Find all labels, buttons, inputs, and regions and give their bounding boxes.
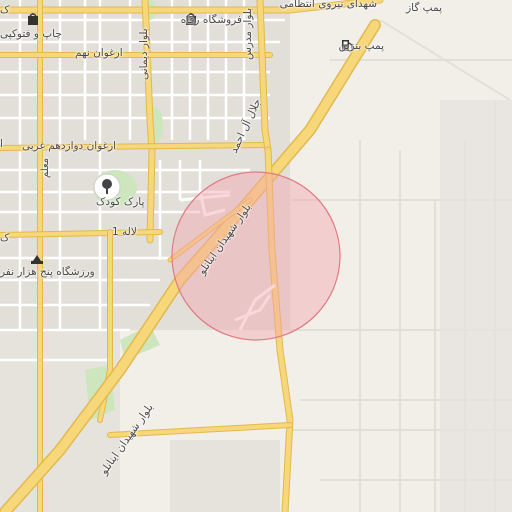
label-bolvar-modares: بلوار مدرس bbox=[242, 7, 254, 60]
label-arghavan-nohom: ارغوان نهم bbox=[75, 47, 123, 59]
map-base-layer bbox=[0, 0, 512, 512]
label-edge-k2: ک bbox=[0, 4, 10, 16]
stadium-icon[interactable] bbox=[30, 252, 44, 266]
label-arghavan-12-gharbi: ارغوان دوازدهم غربی bbox=[22, 140, 117, 152]
label-edge-o: ا bbox=[0, 138, 3, 150]
east-block bbox=[440, 100, 512, 512]
label-pump-benzin: پمپ بنزین bbox=[338, 40, 384, 52]
label-chap-fotokopi: چاپ و فتوکپی bbox=[0, 28, 62, 40]
label-laleh-1: لاله 1 bbox=[112, 226, 137, 238]
label-moallem: معلم bbox=[40, 157, 51, 178]
shopping-bag-icon[interactable] bbox=[26, 12, 40, 26]
south-block bbox=[170, 440, 280, 512]
label-shohada-niroo: شهدای نیروی انتظامی bbox=[279, 0, 377, 10]
radius-circle bbox=[171, 171, 341, 341]
label-store-refah: فروشگاه رفاه bbox=[180, 14, 242, 26]
map-canvas[interactable]: پمپ گاز شهدای نیروی انتظامی فروشگاه رفاه… bbox=[0, 0, 512, 512]
label-edge-k: ک bbox=[0, 232, 10, 244]
label-park-koodak: پارک کودک bbox=[96, 196, 145, 208]
label-pump-gas: پمپ گاز bbox=[406, 2, 442, 14]
label-varzeshgah: ورزشگاه پنج هزار نفر bbox=[0, 266, 95, 278]
label-bolvar-dimani: بلوار دیمانی bbox=[138, 28, 150, 80]
